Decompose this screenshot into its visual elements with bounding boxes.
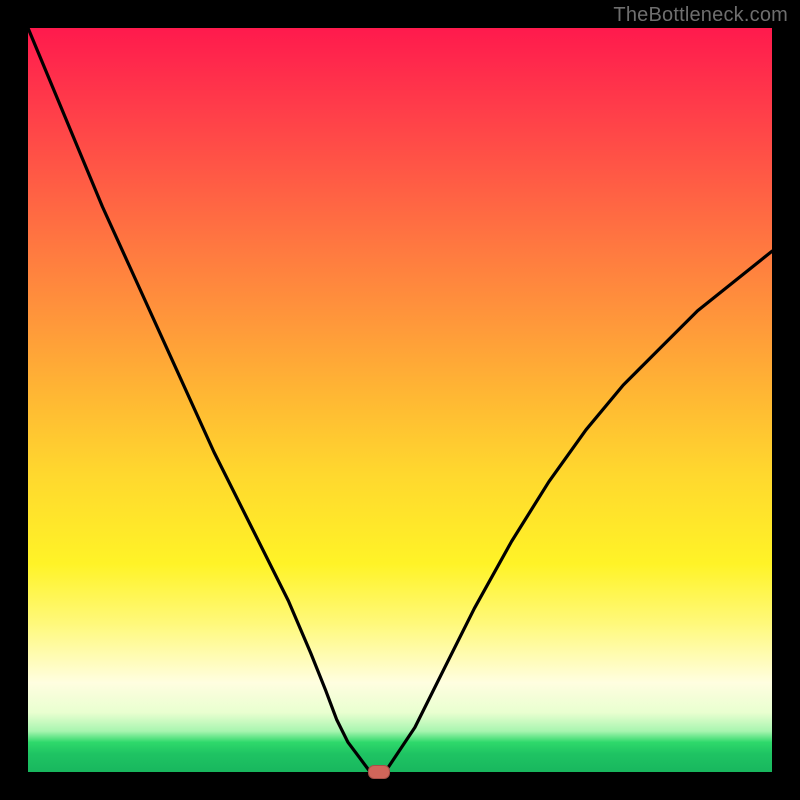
minimum-marker bbox=[368, 765, 390, 779]
bottleneck-curve bbox=[28, 28, 772, 772]
chart-frame: TheBottleneck.com bbox=[0, 0, 800, 800]
plot-area bbox=[28, 28, 772, 772]
watermark-text: TheBottleneck.com bbox=[613, 4, 788, 27]
